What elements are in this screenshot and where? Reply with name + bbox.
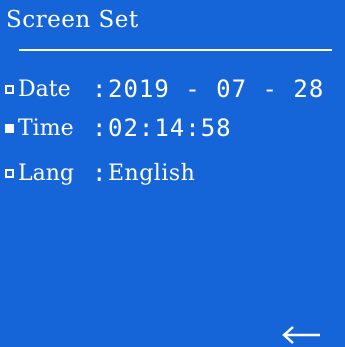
menu-item-label: Time bbox=[18, 115, 74, 141]
menu-item-date[interactable]: Date : 2019 - 07 - 28 bbox=[5, 74, 324, 104]
page-title: Screen Set bbox=[6, 7, 139, 33]
language-value: English bbox=[108, 160, 196, 186]
title-divider bbox=[19, 49, 332, 51]
time-value: 02:14:58 bbox=[108, 114, 232, 142]
menu-item-separator: : bbox=[92, 159, 107, 187]
menu-item-label: Lang bbox=[18, 160, 74, 186]
menu-item-separator: : bbox=[92, 75, 107, 103]
unselected-marker-icon bbox=[5, 84, 14, 94]
menu-item-separator: : bbox=[92, 114, 107, 142]
date-value: 2019 - 07 - 28 bbox=[108, 75, 325, 103]
screen-set-panel: Screen Set Date : 2019 - 07 - 28 Time : … bbox=[0, 0, 345, 347]
menu-item-label: Date bbox=[18, 76, 71, 102]
unselected-marker-icon bbox=[5, 168, 14, 178]
menu-item-lang[interactable]: Lang : English bbox=[5, 158, 195, 188]
menu-item-time[interactable]: Time : 02:14:58 bbox=[5, 113, 232, 143]
left-arrow-icon bbox=[282, 326, 320, 344]
back-button[interactable] bbox=[282, 324, 322, 346]
selected-marker-icon bbox=[5, 123, 14, 133]
